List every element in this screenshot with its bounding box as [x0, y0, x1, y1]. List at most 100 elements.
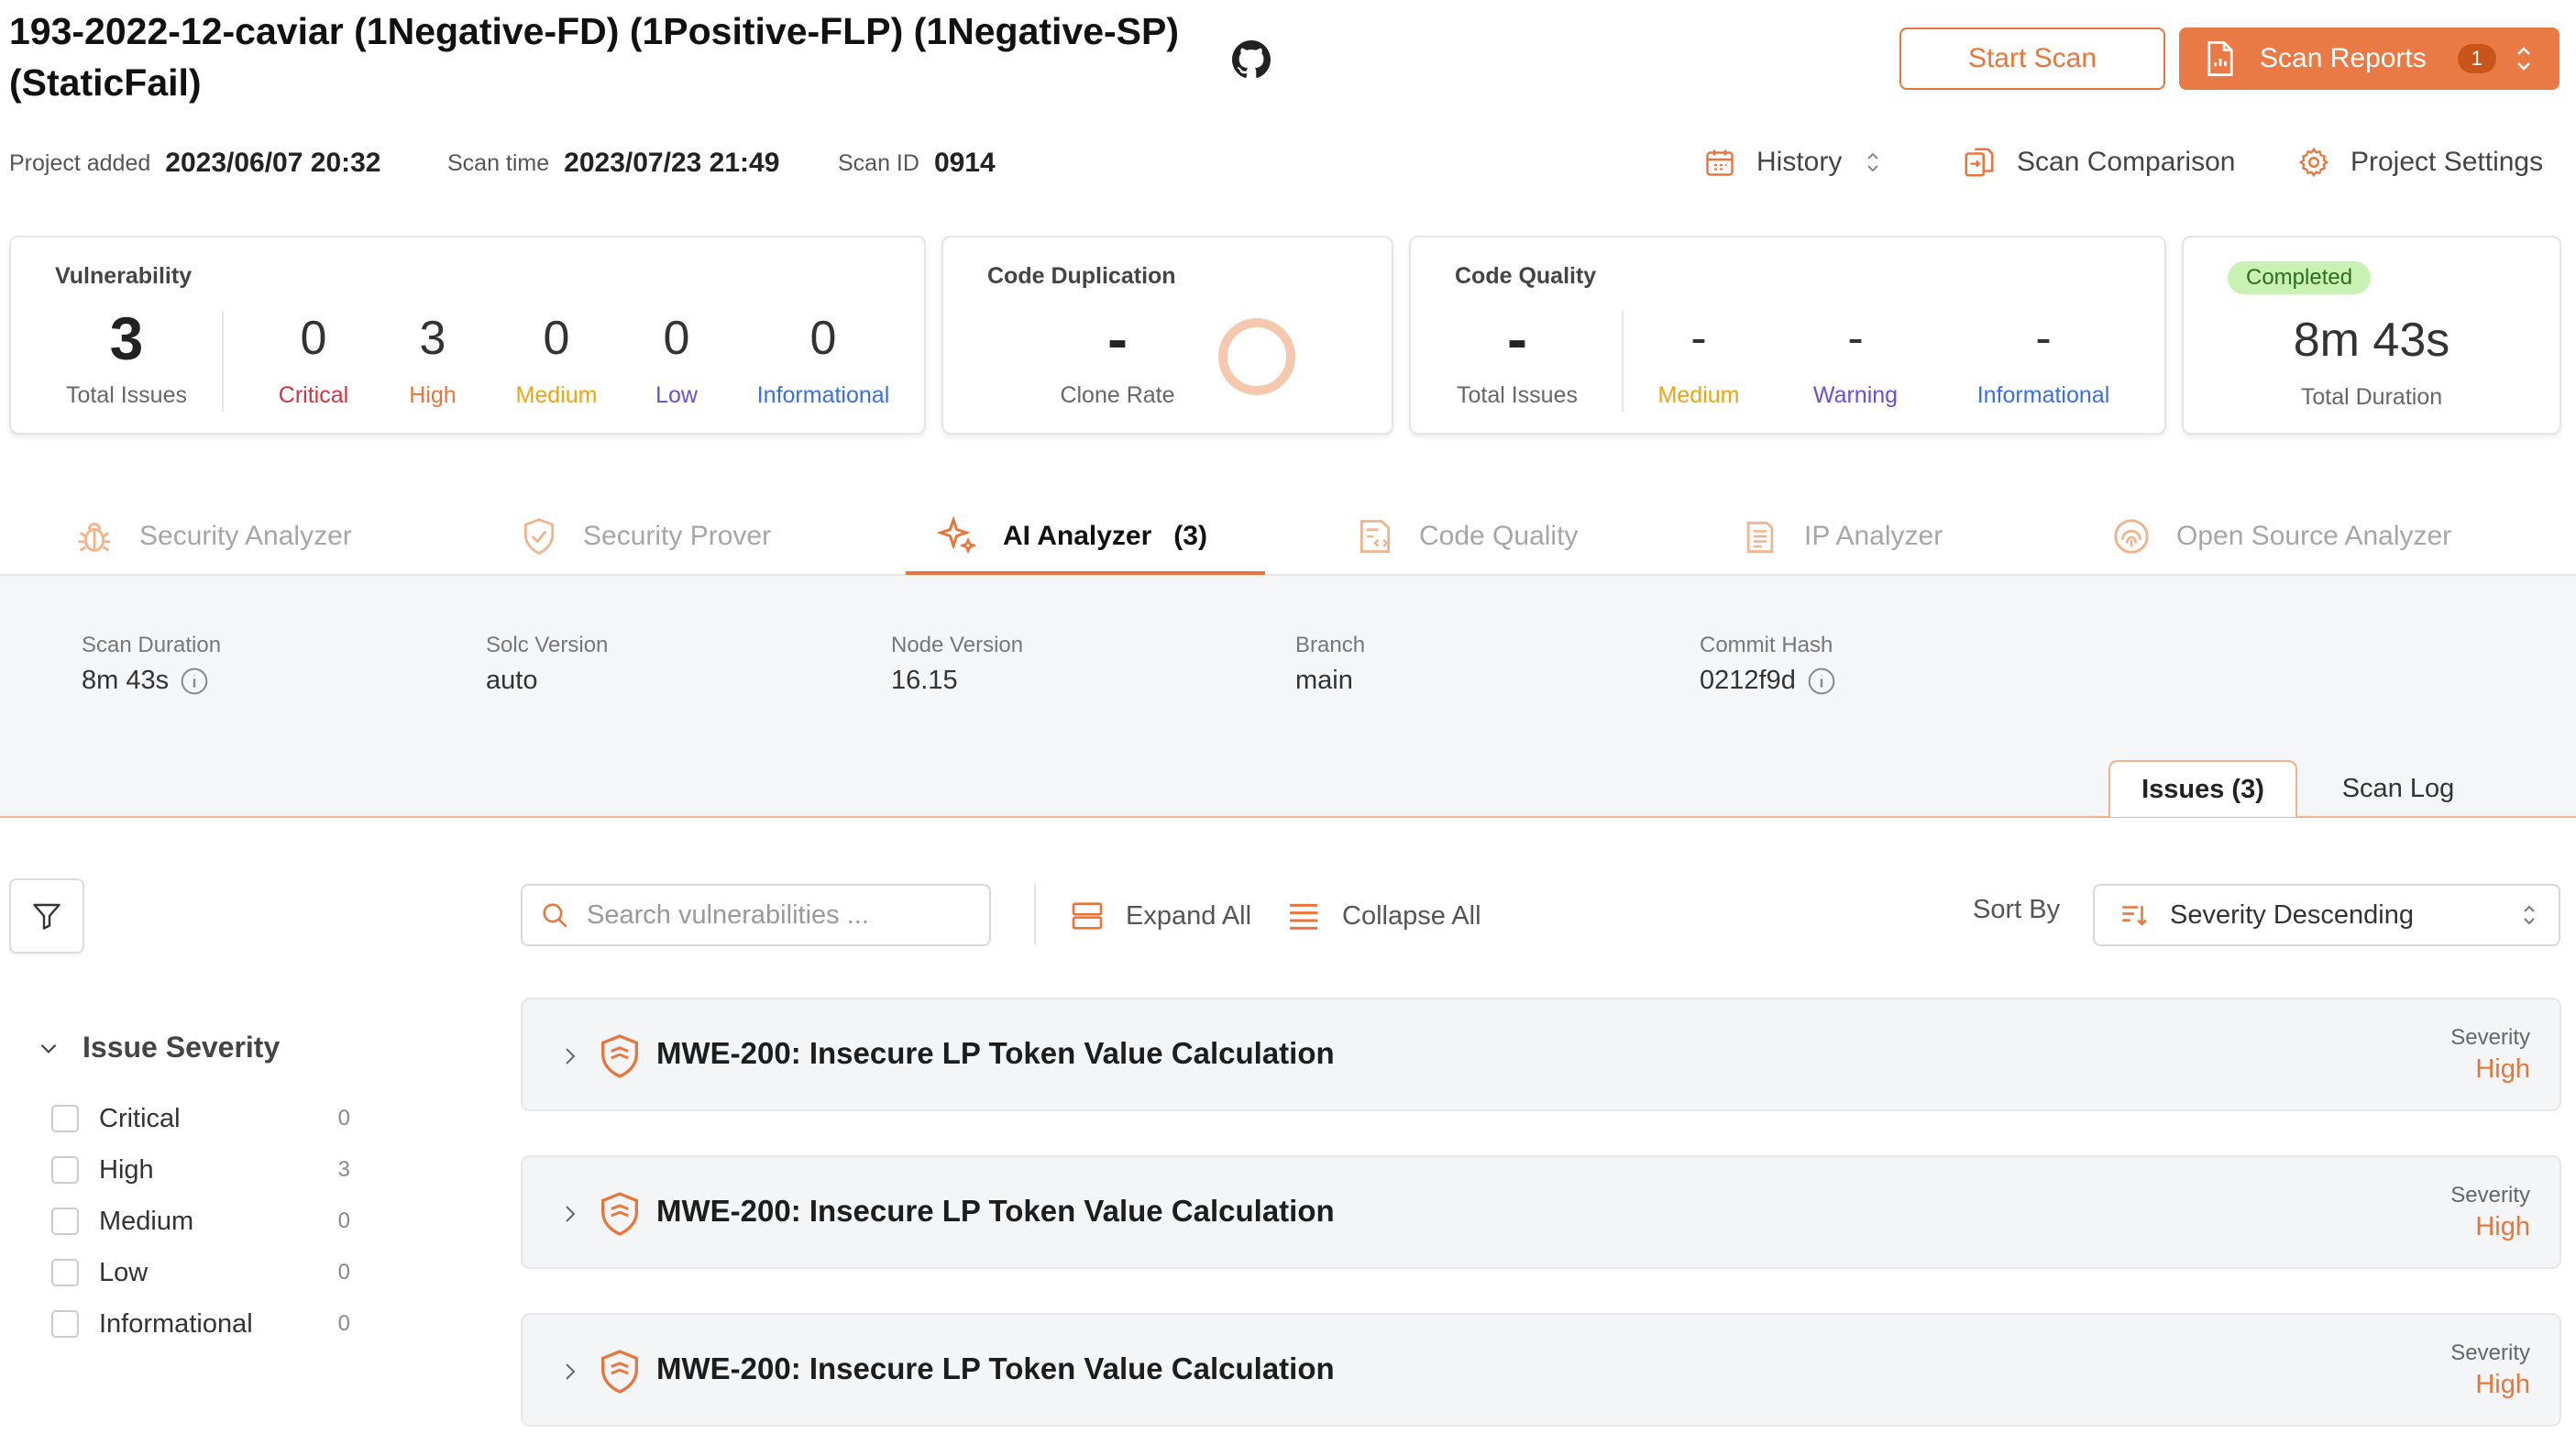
- tab-label: AI Analyzer: [1003, 521, 1152, 551]
- tab-label: Open Source Analyzer: [2176, 521, 2452, 551]
- filter-toggle-button[interactable]: [9, 878, 84, 954]
- shield-warning-icon: [601, 1192, 638, 1236]
- shield-warning-icon: [601, 1350, 638, 1394]
- search-input[interactable]: [587, 899, 972, 931]
- collapse-all-button[interactable]: Collapse All: [1285, 893, 1481, 939]
- github-icon[interactable]: [1232, 40, 1271, 79]
- status-badge: Completed: [2228, 261, 2372, 294]
- severity-filter-high[interactable]: High 3: [51, 1152, 350, 1188]
- vuln-medium-stat: 0 Medium: [515, 312, 598, 408]
- issue-title: MWE-200: Insecure LP Token Value Calcula…: [656, 1194, 1335, 1228]
- document-stack-icon: [1746, 521, 1774, 553]
- chevron-updown-icon: [2513, 43, 2535, 74]
- tab-ip-analyzer[interactable]: IP Analyzer: [1740, 509, 1943, 564]
- issue-row[interactable]: MWE-200: Insecure LP Token Value Calcula…: [521, 998, 2561, 1111]
- vuln-critical-stat: 0 Critical: [278, 312, 349, 408]
- issue-severity-heading: Issue Severity: [83, 1031, 281, 1064]
- report-document-icon: [2205, 41, 2236, 76]
- code-duplication-card: Code Duplication - Clone Rate: [941, 236, 1393, 435]
- tab-scan-log[interactable]: Scan Log: [2297, 760, 2499, 817]
- issue-severity-label: Severity: [2450, 1025, 2530, 1050]
- shield-warning-icon: [601, 1034, 638, 1078]
- checkbox[interactable]: [51, 1310, 79, 1338]
- severity-filter-medium[interactable]: Medium 0: [51, 1203, 350, 1240]
- vulnerability-card-title: Vulnerability: [55, 263, 193, 289]
- tab-label: Code Quality: [1419, 521, 1579, 551]
- tab-issues[interactable]: Issues (3): [2108, 760, 2297, 817]
- tab-open-source-analyzer[interactable]: Open Source Analyzer: [2110, 509, 2451, 564]
- vuln-total-stat: 3 Total Issues: [65, 304, 187, 408]
- node-version-info: Node Version 16.15: [891, 633, 1024, 695]
- branch-info: Branch main: [1295, 633, 1366, 695]
- vuln-informational-stat: 0 Informational: [756, 312, 890, 408]
- calendar-icon: [1706, 149, 1734, 176]
- issue-row[interactable]: MWE-200: Insecure LP Token Value Calcula…: [521, 1155, 2561, 1269]
- toolbar-divider: [1034, 884, 1036, 944]
- info-icon[interactable]: [1807, 667, 1836, 696]
- search-icon: [543, 903, 567, 928]
- severity-filter-critical[interactable]: Critical 0: [51, 1100, 350, 1137]
- issue-severity-label: Severity: [2450, 1183, 2530, 1208]
- code-duplication-card-title: Code Duplication: [987, 263, 1176, 289]
- quality-total-stat: - Total Issues: [1456, 304, 1578, 408]
- history-dropdown[interactable]: History: [1703, 139, 1882, 185]
- sort-icon: [2122, 906, 2147, 926]
- tab-security-prover[interactable]: Security Prover: [519, 509, 771, 564]
- quality-informational-stat: - Informational: [1976, 312, 2110, 408]
- vuln-low-stat: 0 Low: [655, 312, 698, 408]
- fingerprint-icon: [2114, 519, 2149, 554]
- tab-label: IP Analyzer: [1804, 521, 1943, 551]
- gear-icon: [2298, 147, 2329, 178]
- sort-select[interactable]: Severity Descending: [2093, 884, 2560, 946]
- code-quality-card-title: Code Quality: [1455, 263, 1597, 289]
- tab-label: Security Prover: [583, 521, 772, 551]
- start-scan-button[interactable]: Start Scan: [1899, 28, 2165, 90]
- tab-ai-analyzer[interactable]: AI Analyzer (3): [935, 509, 1207, 564]
- scan-comparison-link[interactable]: Scan Comparison: [1962, 139, 2235, 185]
- scan-reports-button[interactable]: Scan Reports 1: [2179, 28, 2559, 90]
- tab-label: Security Analyzer: [139, 521, 352, 551]
- sparkle-icon: [936, 515, 977, 555]
- project-title: 193-2022-12-caviar (1Negative-FD) (1Posi…: [9, 10, 1180, 104]
- checkbox[interactable]: [51, 1208, 79, 1235]
- checkbox[interactable]: [51, 1156, 79, 1184]
- bug-icon: [78, 523, 111, 552]
- total-duration-stat: 8m 43s Total Duration: [2293, 314, 2450, 410]
- expand-icon: [1072, 902, 1103, 930]
- info-icon[interactable]: [180, 667, 209, 696]
- quality-medium-stat: - Medium: [1657, 312, 1740, 408]
- scan-id: Scan ID 0914: [838, 148, 996, 178]
- code-document-icon: [1360, 520, 1391, 553]
- chevron-right-icon[interactable]: [559, 1042, 581, 1071]
- checkbox[interactable]: [51, 1105, 79, 1132]
- scan-reports-count-badge: 1: [2457, 44, 2496, 73]
- code-quality-card: Code Quality - Total Issues - Medium - W…: [1409, 236, 2166, 435]
- clone-rate-stat: - Clone Rate: [1060, 304, 1175, 408]
- tab-code-quality[interactable]: Code Quality: [1355, 509, 1578, 564]
- chevron-right-icon[interactable]: [559, 1199, 581, 1229]
- vulnerability-card: Vulnerability 3 Total Issues 0 Critical …: [9, 236, 926, 435]
- issue-row[interactable]: MWE-200: Insecure LP Token Value Calcula…: [521, 1313, 2561, 1427]
- severity-filter-informational[interactable]: Informational 0: [51, 1306, 350, 1342]
- checkbox[interactable]: [51, 1259, 79, 1286]
- project-settings-label: Project Settings: [2350, 147, 2544, 177]
- search-box[interactable]: [521, 884, 991, 946]
- tab-count: (3): [1173, 521, 1207, 551]
- severity-filter-low[interactable]: Low 0: [51, 1254, 350, 1291]
- project-settings-link[interactable]: Project Settings: [2297, 139, 2543, 185]
- collapse-all-label: Collapse All: [1342, 900, 1481, 931]
- chevron-updown-icon: [2524, 905, 2535, 925]
- scan-comparison-label: Scan Comparison: [2017, 147, 2236, 177]
- issue-severity-value: High: [2475, 1054, 2530, 1084]
- chevron-updown-icon: [1867, 152, 1879, 172]
- issue-severity-section-toggle[interactable]: Issue Severity: [37, 1031, 280, 1064]
- expand-all-button[interactable]: Expand All: [1069, 893, 1251, 939]
- issue-title: MWE-200: Insecure LP Token Value Calcula…: [656, 1351, 1335, 1385]
- commit-hash-info: Commit Hash 0212f9d: [1700, 633, 1836, 696]
- collapse-icon: [1290, 903, 1317, 930]
- chevron-right-icon[interactable]: [559, 1357, 581, 1386]
- tab-security-analyzer[interactable]: Security Analyzer: [73, 509, 352, 564]
- active-tab-indicator: [906, 571, 1265, 575]
- sort-by-label: Sort By: [1973, 895, 2061, 924]
- solc-version-info: Solc Version auto: [486, 633, 609, 695]
